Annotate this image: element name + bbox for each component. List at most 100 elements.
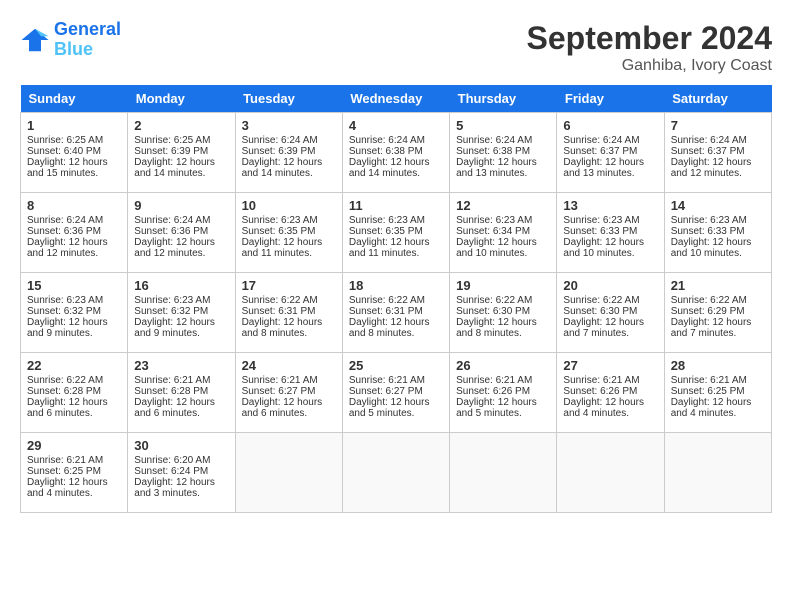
- day-info-line: Sunrise: 6:22 AM: [242, 295, 336, 306]
- day-number: 8: [27, 198, 121, 213]
- day-info-line: Sunrise: 6:23 AM: [134, 295, 228, 306]
- day-info-line: Sunset: 6:39 PM: [242, 146, 336, 157]
- day-info-line: and 9 minutes.: [27, 328, 121, 339]
- day-number: 12: [456, 198, 550, 213]
- day-info-line: and 8 minutes.: [456, 328, 550, 339]
- day-info-line: and 11 minutes.: [349, 248, 443, 259]
- day-info-line: Sunrise: 6:21 AM: [349, 375, 443, 386]
- day-info-line: Sunset: 6:32 PM: [134, 306, 228, 317]
- day-number: 17: [242, 278, 336, 293]
- day-info-line: Daylight: 12 hours: [349, 397, 443, 408]
- day-info-line: Daylight: 12 hours: [456, 317, 550, 328]
- day-info-line: Daylight: 12 hours: [671, 157, 765, 168]
- title-block: September 2024 Ganhiba, Ivory Coast: [527, 20, 772, 75]
- column-header-sunday: Sunday: [21, 85, 128, 113]
- calendar-cell: [235, 433, 342, 513]
- day-info-line: Daylight: 12 hours: [671, 237, 765, 248]
- day-number: 5: [456, 118, 550, 133]
- column-header-thursday: Thursday: [450, 85, 557, 113]
- day-info-line: Sunrise: 6:21 AM: [242, 375, 336, 386]
- day-number: 13: [563, 198, 657, 213]
- day-number: 19: [456, 278, 550, 293]
- calendar-cell: 9Sunrise: 6:24 AMSunset: 6:36 PMDaylight…: [128, 193, 235, 273]
- day-info-line: Daylight: 12 hours: [349, 157, 443, 168]
- calendar-cell: 23Sunrise: 6:21 AMSunset: 6:28 PMDayligh…: [128, 353, 235, 433]
- day-info-line: Sunset: 6:35 PM: [242, 226, 336, 237]
- calendar-cell: 3Sunrise: 6:24 AMSunset: 6:39 PMDaylight…: [235, 113, 342, 193]
- day-info-line: and 6 minutes.: [134, 408, 228, 419]
- calendar-cell: 4 Sunrise: 6:24 AMSunset: 6:38 PMDaylight…: [342, 113, 449, 193]
- day-info-line: Daylight: 12 hours: [242, 317, 336, 328]
- day-number: 14: [671, 198, 765, 213]
- day-info-line: and 7 minutes.: [563, 328, 657, 339]
- day-info-line: Sunset: 6:40 PM: [27, 146, 121, 157]
- column-header-tuesday: Tuesday: [235, 85, 342, 113]
- calendar-cell: 8Sunrise: 6:24 AMSunset: 6:36 PMDaylight…: [21, 193, 128, 273]
- day-info-line: and 12 minutes.: [134, 248, 228, 259]
- day-info-line: Sunrise: 6:23 AM: [349, 215, 443, 226]
- day-number: 4: [349, 118, 443, 133]
- calendar-week-row: 1Sunrise: 6:25 AMSunset: 6:40 PMDaylight…: [21, 113, 772, 193]
- day-info-line: Daylight: 12 hours: [563, 157, 657, 168]
- day-info-line: Sunset: 6:30 PM: [563, 306, 657, 317]
- calendar-cell: 29Sunrise: 6:21 AMSunset: 6:25 PMDayligh…: [21, 433, 128, 513]
- logo-text: GeneralBlue: [54, 20, 121, 60]
- day-info-line: Sunrise: 6:22 AM: [563, 295, 657, 306]
- day-info-line: Daylight: 12 hours: [563, 237, 657, 248]
- calendar-cell: 28Sunrise: 6:21 AMSunset: 6:25 PMDayligh…: [664, 353, 771, 433]
- day-info-line: Sunset: 6:38 PM: [456, 146, 550, 157]
- calendar-cell: 11Sunrise: 6:23 AMSunset: 6:35 PMDayligh…: [342, 193, 449, 273]
- day-info-line: Sunrise: 6:24 AM: [242, 135, 336, 146]
- day-info-line: and 4 minutes.: [27, 488, 121, 499]
- calendar-cell: 18Sunrise: 6:22 AMSunset: 6:31 PMDayligh…: [342, 273, 449, 353]
- day-info-line: and 12 minutes.: [671, 168, 765, 179]
- day-info-line: Sunset: 6:27 PM: [349, 386, 443, 397]
- day-info-line: Sunset: 6:31 PM: [349, 306, 443, 317]
- day-info-line: Sunset: 6:29 PM: [671, 306, 765, 317]
- calendar-cell: 15Sunrise: 6:23 AMSunset: 6:32 PMDayligh…: [21, 273, 128, 353]
- day-number: 20: [563, 278, 657, 293]
- day-info-line: Sunrise: 6:25 AM: [27, 135, 121, 146]
- day-info-line: and 9 minutes.: [134, 328, 228, 339]
- day-info-line: Sunrise: 6:24 AM: [563, 135, 657, 146]
- day-info-line: and 10 minutes.: [456, 248, 550, 259]
- day-info-line: Daylight: 12 hours: [456, 397, 550, 408]
- day-info-line: Daylight: 12 hours: [27, 397, 121, 408]
- day-info-line: Sunrise: 6:23 AM: [671, 215, 765, 226]
- calendar-table: SundayMondayTuesdayWednesdayThursdayFrid…: [20, 85, 772, 513]
- day-info-line: and 13 minutes.: [456, 168, 550, 179]
- day-info-line: and 14 minutes.: [134, 168, 228, 179]
- day-info-line: Sunset: 6:26 PM: [563, 386, 657, 397]
- day-info-line: Sunset: 6:38 PM: [349, 146, 443, 157]
- column-header-saturday: Saturday: [664, 85, 771, 113]
- calendar-cell: 21Sunrise: 6:22 AMSunset: 6:29 PMDayligh…: [664, 273, 771, 353]
- day-info-line: Sunset: 6:37 PM: [563, 146, 657, 157]
- calendar-cell: 2Sunrise: 6:25 AMSunset: 6:39 PMDaylight…: [128, 113, 235, 193]
- day-number: 9: [134, 198, 228, 213]
- day-info-line: Sunrise: 6:24 AM: [349, 135, 443, 146]
- calendar-cell: 26Sunrise: 6:21 AMSunset: 6:26 PMDayligh…: [450, 353, 557, 433]
- calendar-body: 1Sunrise: 6:25 AMSunset: 6:40 PMDaylight…: [21, 113, 772, 513]
- calendar-week-row: 22Sunrise: 6:22 AMSunset: 6:28 PMDayligh…: [21, 353, 772, 433]
- day-info-line: Sunset: 6:33 PM: [671, 226, 765, 237]
- day-number: 23: [134, 358, 228, 373]
- column-header-wednesday: Wednesday: [342, 85, 449, 113]
- day-number: 18: [349, 278, 443, 293]
- day-info-line: and 14 minutes.: [349, 168, 443, 179]
- day-info-line: Daylight: 12 hours: [456, 157, 550, 168]
- day-info-line: Daylight: 12 hours: [242, 397, 336, 408]
- day-number: 27: [563, 358, 657, 373]
- day-info-line: Sunrise: 6:23 AM: [563, 215, 657, 226]
- calendar-cell: 24Sunrise: 6:21 AMSunset: 6:27 PMDayligh…: [235, 353, 342, 433]
- day-info-line: Daylight: 12 hours: [349, 237, 443, 248]
- page-header: GeneralBlue September 2024 Ganhiba, Ivor…: [20, 20, 772, 75]
- day-info-line: Sunset: 6:39 PM: [134, 146, 228, 157]
- day-info-line: Daylight: 12 hours: [349, 317, 443, 328]
- day-info-line: Sunrise: 6:21 AM: [456, 375, 550, 386]
- day-number: 21: [671, 278, 765, 293]
- calendar-cell: 30Sunrise: 6:20 AMSunset: 6:24 PMDayligh…: [128, 433, 235, 513]
- logo: GeneralBlue: [20, 20, 121, 60]
- day-info-line: Sunrise: 6:21 AM: [27, 455, 121, 466]
- calendar-week-row: 8Sunrise: 6:24 AMSunset: 6:36 PMDaylight…: [21, 193, 772, 273]
- column-header-friday: Friday: [557, 85, 664, 113]
